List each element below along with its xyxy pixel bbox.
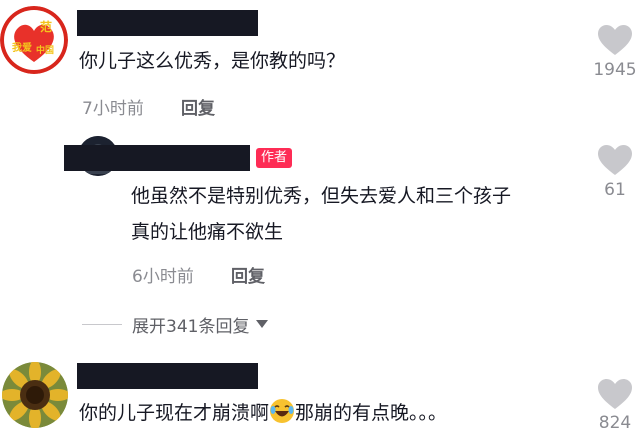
caret-down-icon — [256, 320, 269, 328]
like-button[interactable] — [590, 24, 640, 60]
like-count: 61 — [604, 180, 626, 200]
svg-text:范: 范 — [40, 19, 52, 34]
user-avatar[interactable] — [2, 362, 68, 428]
like-button[interactable] — [590, 144, 640, 180]
comment-text-before: 你的儿子现在才崩溃啊 — [79, 402, 270, 424]
flower-heart-badge-avatar-icon: 范 我爱 中国 — [0, 6, 68, 74]
heart-icon — [598, 25, 632, 55]
username-redacted[interactable] — [77, 10, 258, 36]
crying-laughing-emoji-icon — [270, 399, 295, 423]
reply-text-line-2: 真的让他痛不欲生 — [131, 221, 284, 243]
author-tag: 作者 — [256, 148, 293, 168]
reply-button[interactable]: 回复 — [181, 94, 215, 119]
like-count: 1945 — [593, 60, 637, 80]
like-count: 824 — [598, 413, 632, 433]
reply-time: 6小时前 — [132, 267, 194, 287]
comment-time: 7小时前 — [82, 99, 144, 119]
user-avatar[interactable]: 范 我爱 中国 — [0, 6, 68, 74]
expand-replies-label[interactable]: 展开341条回复 — [132, 312, 249, 337]
svg-text:我爱: 我爱 — [12, 41, 32, 54]
username-redacted[interactable] — [77, 363, 258, 389]
svg-text:中国: 中国 — [36, 44, 54, 56]
expand-replies-row[interactable]: 展开341条回复 — [82, 312, 269, 337]
comment-text: 你的儿子现在才崩溃啊 那崩的有点晚。。。 — [79, 398, 447, 428]
expand-divider — [82, 323, 122, 325]
author-username-redacted[interactable] — [64, 145, 250, 171]
reply-button[interactable]: 回复 — [231, 262, 265, 287]
like-button[interactable] — [590, 378, 640, 414]
heart-icon — [598, 379, 632, 409]
sunflower-avatar-icon — [2, 362, 68, 428]
comment-text: 你儿子这么优秀，是你教的吗？ — [79, 50, 346, 72]
reply-text-line-1: 他虽然不是特别优秀，但失去爱人和三个孩子 — [131, 185, 512, 207]
heart-icon — [598, 145, 632, 175]
comment-text-after: 那崩的有点晚。。。 — [295, 402, 448, 424]
